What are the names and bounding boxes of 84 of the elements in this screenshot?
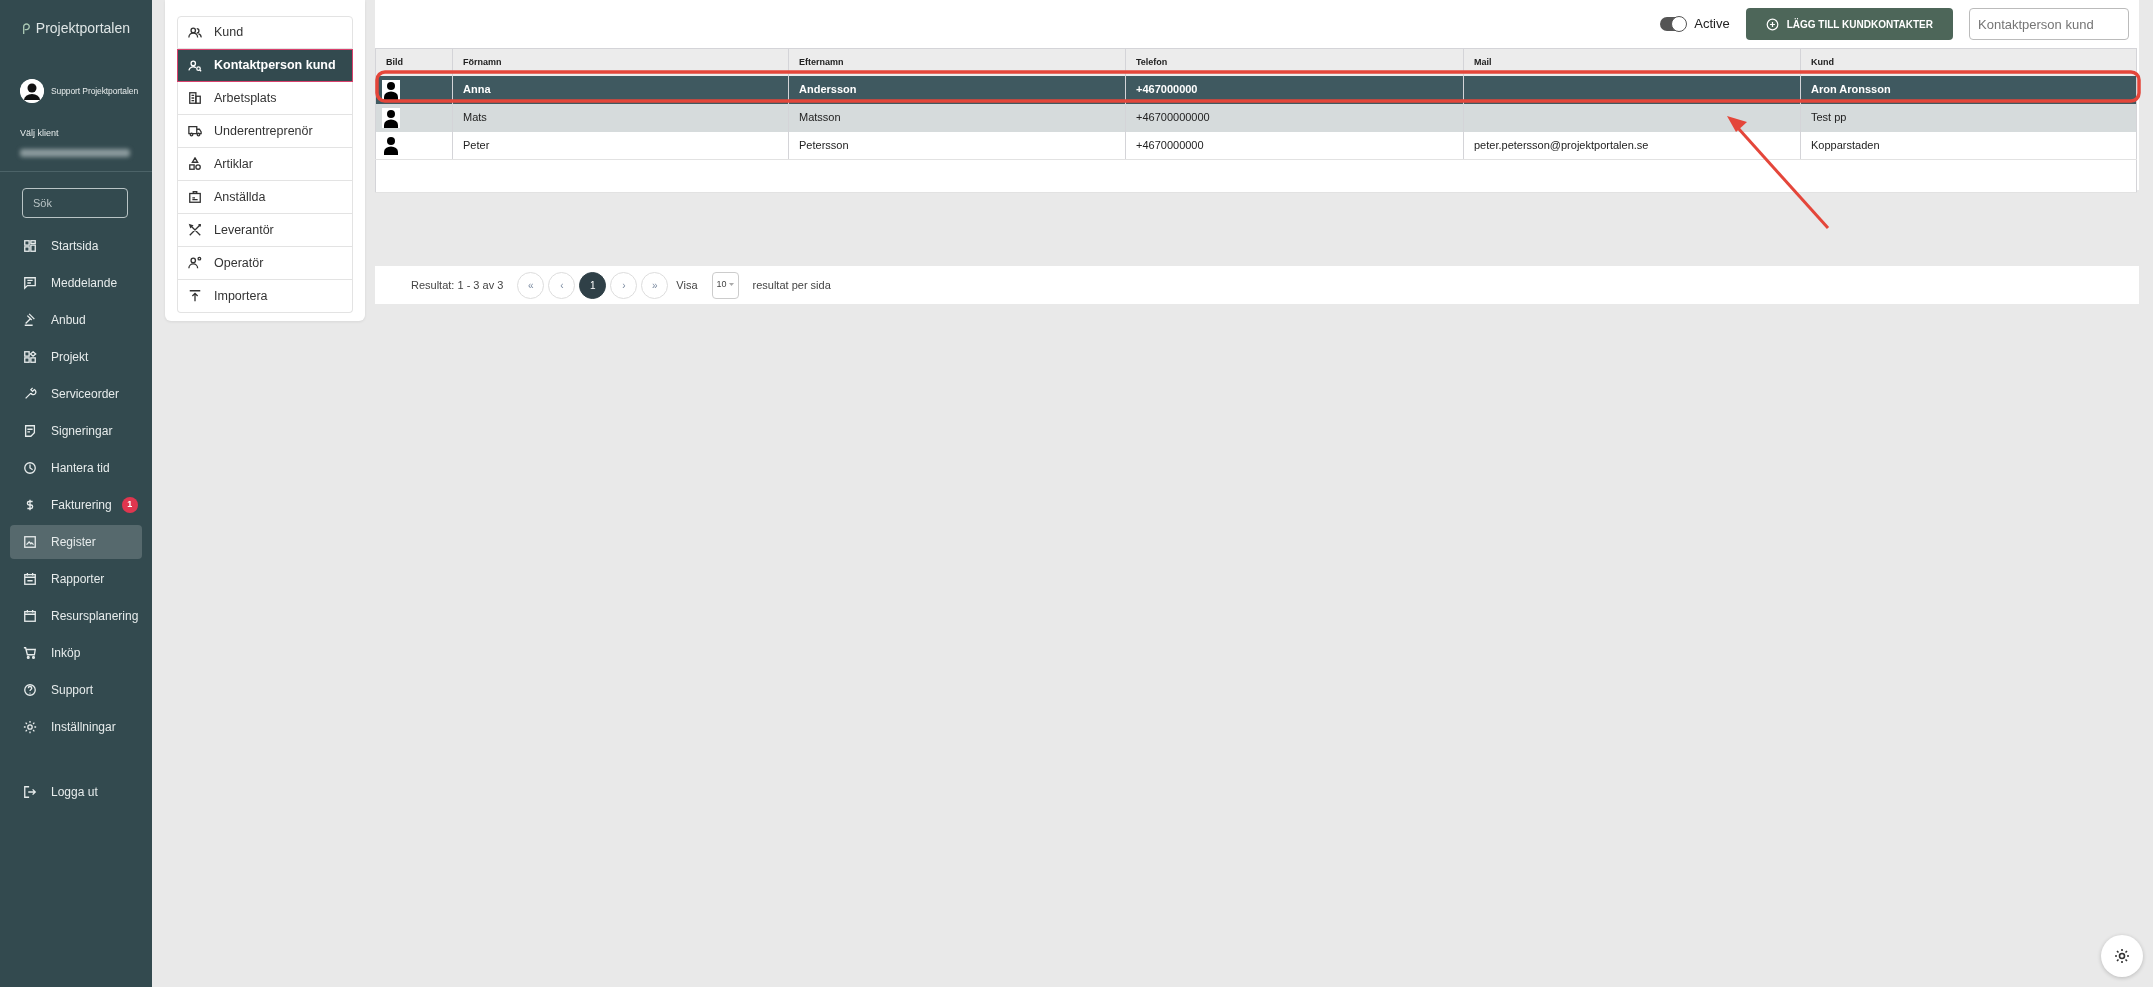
clock-icon: [23, 460, 37, 475]
register-menu-item[interactable]: Operatör: [177, 247, 353, 280]
sidebar-item[interactable]: Serviceorder: [10, 376, 142, 411]
help-icon: [23, 682, 37, 697]
table-cell: Matsson: [799, 111, 841, 124]
toggle-label: Active: [1694, 15, 1730, 34]
sidebar-item[interactable]: Resursplanering: [10, 598, 142, 633]
register-menu-item[interactable]: Artiklar: [177, 148, 353, 181]
apps-icon: [23, 349, 37, 364]
search-field[interactable]: Kontaktperson kund: [1969, 8, 2129, 40]
last-page-button[interactable]: »: [641, 271, 669, 299]
sidebar-item[interactable]: Signeringar: [10, 413, 142, 448]
register-menu-item[interactable]: Anställda: [177, 181, 353, 214]
sidebar-item[interactable]: Register: [10, 524, 142, 559]
table-cell: Mats: [463, 111, 487, 124]
search-field[interactable]: Sök: [22, 187, 128, 218]
register-menu-item[interactable]: Kontaktperson kund: [177, 49, 353, 82]
plus-circle-icon: [1765, 17, 1779, 31]
previous-page-button[interactable]: ‹: [548, 271, 576, 299]
per-page-label: resultat per sida: [752, 277, 831, 293]
page-size-select[interactable]: 10: [711, 271, 739, 299]
logout-icon: [23, 784, 37, 799]
show-label: Visa: [676, 277, 698, 293]
settings-icon: [2114, 948, 2130, 964]
table-cell: +4670000000: [1136, 139, 1204, 151]
table-cell: Andersson: [799, 83, 857, 96]
table-cell: Anna: [463, 83, 491, 96]
next-page-button[interactable]: ›: [610, 271, 638, 299]
register-menu-item[interactable]: Arbetsplats: [177, 82, 353, 115]
table-cell: +467000000: [1136, 83, 1198, 96]
sidebar-item[interactable]: Anbud: [10, 302, 142, 337]
gear-icon: [23, 719, 37, 734]
logout-link[interactable]: Logga ut: [10, 774, 142, 809]
sidebar-item[interactable]: Startsida: [10, 228, 142, 263]
register-menu-item[interactable]: Importera: [177, 280, 353, 313]
person-icon: [382, 79, 400, 100]
sidebar-item[interactable]: Inställningar: [10, 709, 142, 744]
brand-name: Projektportalen: [35, 19, 130, 38]
sidebar-item[interactable]: Support: [10, 672, 142, 707]
upload-icon: [188, 289, 202, 303]
shapes-icon: [188, 157, 202, 171]
sidebar-item[interactable]: Projekt: [10, 339, 142, 374]
page-button[interactable]: 1: [579, 271, 607, 299]
table-cell: peter.petersson@projektportalen.se: [1474, 139, 1649, 151]
grid-icon: [23, 238, 37, 253]
register-menu-item[interactable]: Kund: [177, 16, 353, 49]
person-icon: [382, 135, 400, 156]
gavel-icon: [23, 312, 37, 327]
people-icon: [188, 25, 202, 40]
client-label: Välj klient: [20, 127, 60, 140]
sidebar-item[interactable]: Inköp: [10, 635, 142, 670]
table-cell: Petersson: [799, 139, 849, 151]
add-contact-button[interactable]: LÄGG TILL KUNDKONTAKTER: [1745, 8, 1953, 40]
table-cell: +46700000000: [1136, 111, 1210, 124]
table-cell: Test pp: [1811, 111, 1847, 124]
register-menu-item[interactable]: Leverantör: [177, 214, 353, 247]
table-cell: Aron Aronsson: [1811, 83, 1891, 96]
register-menu-item[interactable]: Underentreprenör: [177, 115, 353, 148]
person-search-icon: [188, 58, 202, 73]
table-cell: Kopparstaden: [1811, 139, 1880, 151]
results-summary: Resultat: 1 - 3 av 3: [411, 277, 504, 293]
sidebar-item[interactable]: Meddelande: [10, 265, 142, 300]
message-icon: [23, 275, 37, 290]
cart-icon: [23, 645, 37, 660]
caret-icon: [728, 283, 734, 287]
calendar-icon: [23, 571, 37, 586]
sidebar-item[interactable]: Hantera tid: [10, 450, 142, 485]
sidebar-item[interactable]: Rapporter: [10, 561, 142, 596]
truck-icon: [188, 124, 202, 138]
settings-button[interactable]: [2101, 935, 2143, 977]
avatar-icon: [20, 79, 44, 103]
notification-badge: 1: [121, 496, 138, 513]
table-cell: Peter: [463, 139, 490, 151]
calendar-icon: [23, 608, 37, 623]
document-icon: [23, 423, 37, 438]
person-gear-icon: [188, 256, 202, 270]
person-icon: [382, 107, 400, 128]
image-icon: [23, 534, 37, 549]
first-page-button[interactable]: «: [517, 271, 545, 299]
badge-icon: [188, 190, 202, 204]
active-toggle[interactable]: [1660, 17, 1687, 31]
user-name: Support Projektportalen: [51, 84, 138, 98]
building-icon: [188, 91, 202, 105]
sidebar-item[interactable]: Fakturering 1: [10, 487, 142, 522]
